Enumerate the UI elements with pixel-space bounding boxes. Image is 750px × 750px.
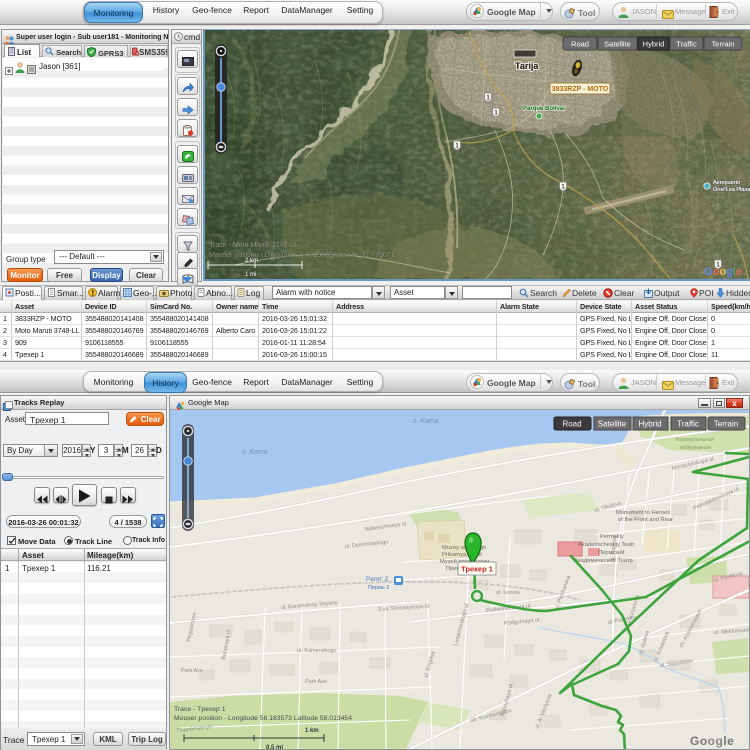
svg-text:2 km: 2 km [245,258,258,264]
svg-text:Traffic: Traffic [676,40,697,49]
svg-text:Terrain: Terrain [712,40,735,49]
svg-text:0.5 mi: 0.5 mi [266,745,283,749]
svg-text:Park Ave: Park Ave [181,668,203,674]
svg-text:набережная: набережная [680,445,711,451]
svg-text:Hybrid: Hybrid [643,40,665,49]
svg-text:Road: Road [562,420,581,429]
svg-text:Tarija: Tarija [515,61,539,71]
svg-text:Parque Bolívar: Parque Bolívar [523,106,566,112]
svg-text:Пермский: Пермский [598,549,625,556]
svg-text:Google: Google [690,734,734,748]
svg-text:Trace - Тpexep 1: Trace - Тpexep 1 [174,706,226,713]
svg-text:Коммунальная: Коммунальная [676,437,714,443]
svg-text:Monument to Heroes: Monument to Heroes [616,510,670,516]
svg-text:Трекер 1: Трекер 1 [461,565,493,574]
svg-text:г. Kama: г. Kama [413,418,439,425]
svg-text:Perm' 2: Perm' 2 [366,576,389,583]
svg-text:1 km: 1 km [305,728,319,734]
svg-text:Oriel'Lea Plaza: Oriel'Lea Plaza [713,187,750,193]
svg-text:Park Ave: Park Ave [305,679,327,685]
svg-text:Mouser position - Longitude -6: Mouser position - Longitude -64.729069 l… [209,252,395,259]
svg-text:Road: Road [571,40,589,49]
svg-text:ul. Lenina: ul. Lenina [496,590,521,596]
svg-text:Satellite: Satellite [598,420,627,429]
svg-text:Пермь 2: Пермь 2 [368,585,389,591]
svg-text:Satellite: Satellite [604,40,631,49]
svg-text:Akademicheskiy Teatr: Akademicheskiy Teatr [578,542,634,548]
svg-text:Mouser position - Longitude 56: Mouser position - Longitude 56.163573 La… [174,715,352,722]
svg-text:г. Kama: г. Kama [242,449,268,456]
svg-text:Aeropuerto: Aeropuerto [713,180,740,186]
svg-text:Академический Театр: Академический Театр [574,557,633,564]
svg-text:G: G [704,266,713,278]
svg-text:3833RZP - MOTO: 3833RZP - MOTO [552,86,609,93]
svg-text:ul. Kamenskogo: ul. Kamenskogo [297,648,336,654]
svg-text:of the Front and Rear: of the Front and Rear [618,517,673,523]
svg-text:e: e [736,266,742,278]
svg-text:Traffic: Traffic [677,420,699,429]
svg-text:Hybrid: Hybrid [638,420,661,429]
svg-text:Terrain: Terrain [714,420,738,429]
svg-text:Permskiy: Permskiy [600,534,624,540]
svg-text:1 mi: 1 mi [245,272,256,278]
svg-text:Trace - Moto Maruti 3748-LL: Trace - Moto Maruti 3748-LL [209,242,298,249]
